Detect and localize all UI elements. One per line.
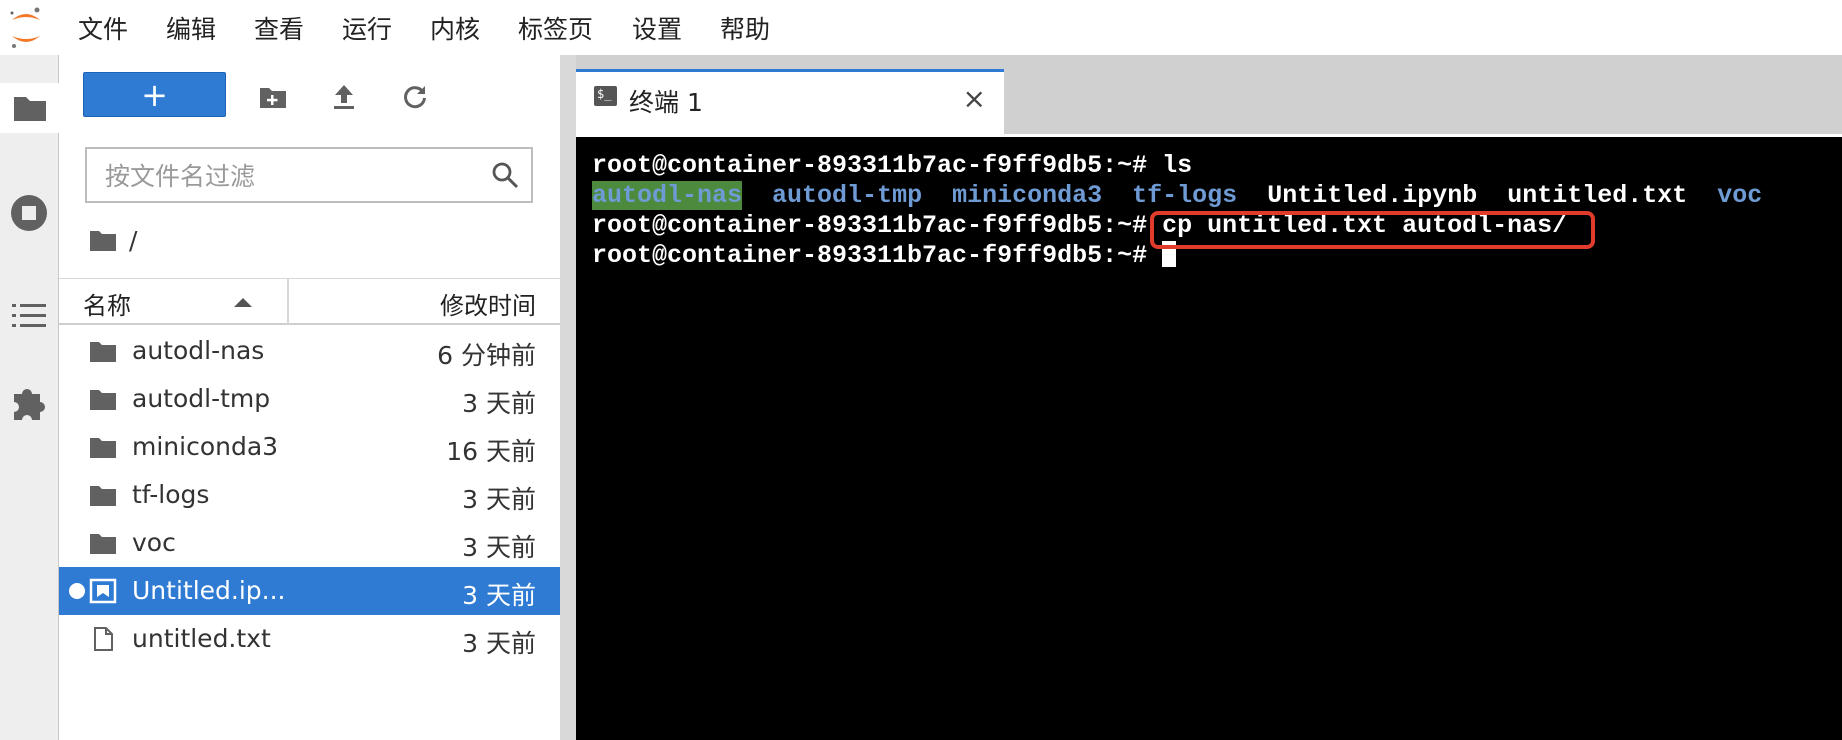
menu-run[interactable]: 运行 xyxy=(342,10,392,46)
file-modified: 3 天前 xyxy=(462,389,536,418)
file-name: autodl-nas xyxy=(132,336,265,365)
file-row-miniconda3[interactable]: miniconda3 16 天前 xyxy=(59,423,560,471)
extensions-tab[interactable] xyxy=(4,376,54,426)
prompt: root@container-893311b7ac-f9ff9db5:~# xyxy=(592,151,1163,180)
terminal-line: root@container-893311b7ac-f9ff9db5:~# xyxy=(592,241,1177,270)
menu-kernel[interactable]: 内核 xyxy=(430,10,480,46)
file-modified: 3 天前 xyxy=(462,533,536,562)
file-modified: 3 天前 xyxy=(462,485,536,514)
folder-icon xyxy=(13,97,46,121)
upload-button[interactable] xyxy=(324,77,364,117)
file-name: tf-logs xyxy=(132,480,210,509)
file-list-header: 名称 修改时间 xyxy=(59,278,560,325)
prompt: root@container-893311b7ac-f9ff9db5:~# xyxy=(592,211,1163,240)
tab-label: 终端 1 xyxy=(629,88,703,117)
refresh-icon xyxy=(404,86,426,109)
file-row-untitled-txt[interactable]: untitled.txt 3 天前 xyxy=(59,615,560,663)
prompt: root@container-893311b7ac-f9ff9db5:~# xyxy=(592,241,1163,270)
terminal-line: root@container-893311b7ac-f9ff9db5:~# ls xyxy=(592,151,1192,180)
ls-file: Untitled.ipynb xyxy=(1267,181,1478,210)
menu-tabs[interactable]: 标签页 xyxy=(518,10,593,46)
file-modified: 3 天前 xyxy=(462,629,536,658)
file-name: voc xyxy=(132,528,176,557)
menu-edit[interactable]: 编辑 xyxy=(166,10,216,46)
folder-icon xyxy=(90,342,116,362)
breadcrumb: / xyxy=(89,225,137,255)
folder-icon xyxy=(90,486,116,506)
menu-bar: 文件 编辑 查看 运行 内核 标签页 设置 帮助 xyxy=(0,0,1842,55)
file-modified: 3 天前 xyxy=(462,581,536,610)
folder-icon xyxy=(90,390,116,410)
column-modified-header[interactable]: 修改时间 xyxy=(440,286,536,321)
sort-ascending-icon xyxy=(234,298,252,307)
file-name: untitled.txt xyxy=(132,624,271,653)
folder-icon[interactable] xyxy=(89,228,117,252)
search-icon xyxy=(492,162,519,189)
terminal-line: autodl-nas autodl-tmp miniconda3 tf-logs… xyxy=(592,181,1762,210)
upload-icon xyxy=(334,85,354,109)
refresh-button[interactable] xyxy=(395,77,435,117)
menu-view[interactable]: 查看 xyxy=(254,10,304,46)
ls-dir: voc xyxy=(1717,181,1763,210)
list-icon xyxy=(12,304,46,327)
file-name: Untitled.ip... xyxy=(132,576,286,605)
running-indicator-icon xyxy=(69,583,85,599)
annotation-highlight-box xyxy=(1150,211,1595,249)
tab-terminal-1[interactable]: $_ 终端 1 × xyxy=(576,69,1004,135)
filter-input[interactable] xyxy=(103,157,477,195)
file-icon xyxy=(94,627,113,651)
file-name: autodl-tmp xyxy=(132,384,271,413)
file-name: miniconda3 xyxy=(132,432,279,461)
ls-dir: autodl-tmp xyxy=(772,181,923,210)
ls-dir: tf-logs xyxy=(1132,181,1238,210)
breadcrumb-root[interactable]: / xyxy=(129,226,137,255)
menu-help[interactable]: 帮助 xyxy=(720,10,770,46)
new-launcher-button[interactable]: + xyxy=(83,72,226,117)
folder-icon xyxy=(90,438,116,458)
file-row-autodl-tmp[interactable]: autodl-tmp 3 天前 xyxy=(59,375,560,423)
file-filter xyxy=(85,147,533,203)
folder-icon xyxy=(90,534,116,554)
running-sessions-tab[interactable] xyxy=(4,188,54,238)
jupyter-logo-icon xyxy=(10,7,40,48)
file-browser-panel: + / 名称 修改时间 xyxy=(59,55,560,740)
new-folder-button[interactable] xyxy=(253,77,293,117)
ls-dir: miniconda3 xyxy=(952,181,1103,210)
file-row-tf-logs[interactable]: tf-logs 3 天前 xyxy=(59,471,560,519)
ls-file: untitled.txt xyxy=(1507,181,1688,210)
file-row-voc[interactable]: voc 3 天前 xyxy=(59,519,560,567)
activity-bar xyxy=(0,55,59,740)
close-icon[interactable]: × xyxy=(963,82,986,115)
file-row-autodl-nas[interactable]: autodl-nas 6 分钟前 xyxy=(59,327,560,375)
menu-file[interactable]: 文件 xyxy=(78,10,128,46)
stop-circle-icon xyxy=(11,195,47,231)
file-row-untitled-ipynb[interactable]: Untitled.ip... 3 天前 xyxy=(59,567,560,615)
notebook-icon xyxy=(89,578,117,604)
new-folder-icon xyxy=(260,88,286,108)
puzzle-icon xyxy=(14,389,45,420)
command: ls xyxy=(1162,151,1193,180)
menu-settings[interactable]: 设置 xyxy=(632,10,682,46)
file-list: autodl-nas 6 分钟前 autodl-tmp 3 天前 minicon… xyxy=(59,327,560,663)
column-divider[interactable] xyxy=(287,279,289,324)
panel-splitter[interactable] xyxy=(560,55,576,740)
file-modified: 6 分钟前 xyxy=(437,341,536,370)
ls-dir: autodl-nas xyxy=(592,181,743,210)
column-name-header[interactable]: 名称 xyxy=(83,286,131,321)
terminal-icon: $_ xyxy=(594,86,617,106)
tab-bar: $_ 终端 1 × xyxy=(576,55,1842,135)
table-of-contents-tab[interactable] xyxy=(4,291,54,341)
file-browser-tab[interactable] xyxy=(0,83,59,133)
file-modified: 16 天前 xyxy=(446,437,536,466)
